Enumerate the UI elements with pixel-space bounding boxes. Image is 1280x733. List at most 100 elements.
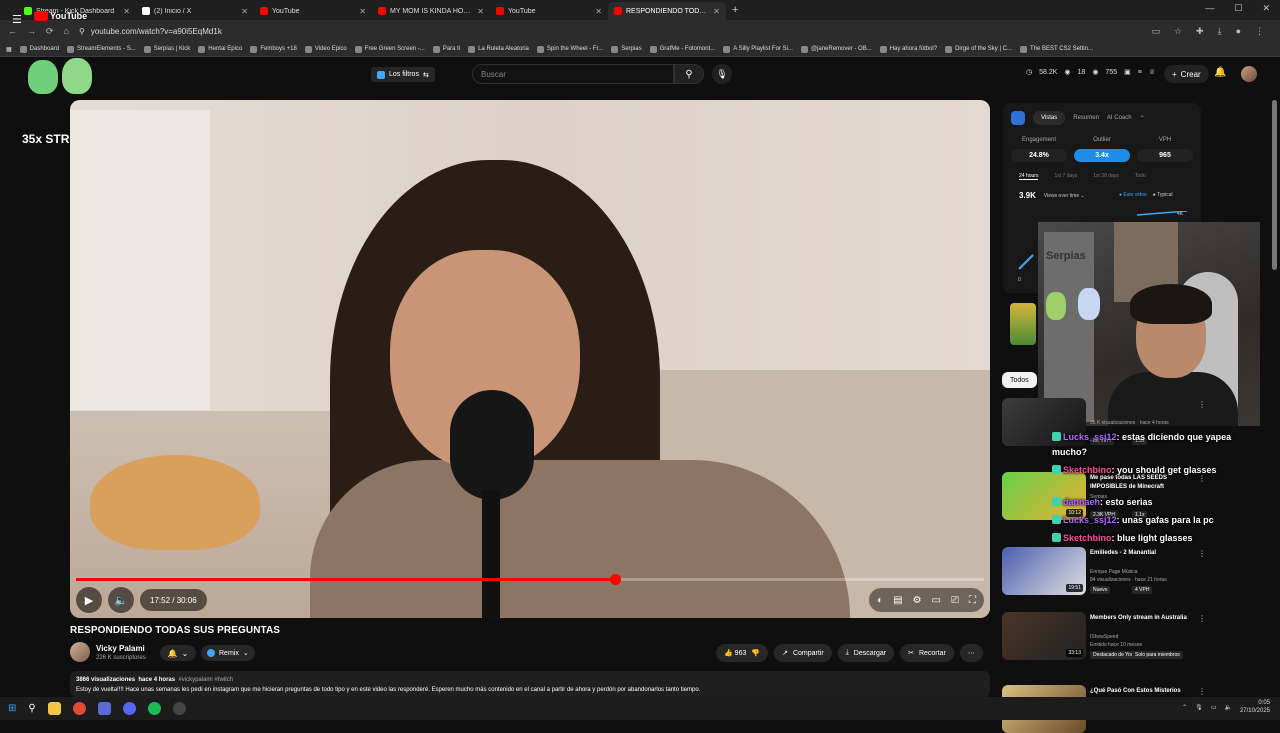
bookmark-item[interactable]: Dashboard — [19, 45, 59, 53]
dislike-button[interactable]: 👎 — [751, 649, 760, 657]
tab-close-icon[interactable]: ✕ — [595, 7, 602, 16]
remix-button[interactable]: Remix ⌄ — [201, 645, 255, 661]
search-icon[interactable]: ⚲ — [28, 703, 35, 714]
bookmark-item[interactable]: GrafMe - Fotomont... — [649, 45, 715, 53]
tab-close-icon[interactable]: ✕ — [477, 7, 484, 16]
more-options-icon[interactable]: ⋮ — [1198, 549, 1206, 558]
hamburger-menu-icon[interactable]: ☰ — [12, 13, 22, 26]
bookmark-item[interactable]: Video Epico — [304, 45, 347, 53]
fullscreen-icon[interactable]: ⛶ — [969, 595, 976, 606]
mic-icon[interactable]: 🎙 — [1195, 704, 1203, 711]
play-button[interactable]: ▶ — [76, 587, 102, 613]
new-tab-icon[interactable]: + — [732, 4, 738, 16]
clock[interactable]: 0:05 27/10/2025 — [1240, 699, 1270, 715]
bookmark-item[interactable]: Para ti — [432, 45, 460, 53]
windows-start-icon[interactable]: ⊞ — [8, 703, 16, 714]
views-mode-dropdown[interactable]: Views over time ⌄ — [1044, 193, 1085, 199]
sidebar-thumbnail-small[interactable] — [1010, 303, 1036, 345]
network-icon[interactable]: ▭ — [1211, 704, 1217, 711]
clip-button[interactable]: ✂ Recortar — [900, 644, 954, 662]
browser-tab[interactable]: YouTube ✕ — [490, 2, 608, 20]
tab-ai-coach[interactable]: AI Coach — [1107, 115, 1132, 121]
subtitles-icon[interactable]: ▤ — [893, 595, 902, 606]
forward-icon[interactable]: → — [27, 26, 36, 36]
speaker-icon[interactable]: 🔈 — [1224, 704, 1231, 711]
range-24h[interactable]: 24 hours — [1019, 173, 1039, 180]
discord-icon[interactable] — [122, 702, 136, 715]
cast-icon[interactable]: ▭ — [1151, 26, 1160, 37]
recommendation-thumbnail[interactable]: 19:51 — [1002, 547, 1086, 595]
browser-tab[interactable]: (2) Inicio / X ✕ — [136, 2, 254, 20]
reload-icon[interactable]: ⟳ — [46, 26, 54, 37]
tab-close-icon[interactable]: ✕ — [123, 7, 130, 16]
more-options-icon[interactable]: ⋮ — [1198, 474, 1206, 483]
more-options-icon[interactable]: ⋮ — [1198, 614, 1206, 623]
bookmark-star-icon[interactable]: ☆ — [1174, 26, 1182, 37]
download-button[interactable]: ⤓ Descargar — [837, 644, 895, 662]
more-actions-button[interactable]: ⋯ — [959, 644, 983, 662]
extensions-icon[interactable]: ✚ — [1196, 26, 1204, 37]
download-icon[interactable]: ⤓ — [1218, 26, 1222, 37]
subscription-bell-button[interactable]: 🔔 ⌄ — [160, 645, 196, 661]
recommendation-thumbnail[interactable]: 10:12 — [1002, 472, 1086, 520]
cast-icon[interactable]: ⎚ — [951, 595, 959, 606]
volume-button[interactable]: 🔈 — [108, 587, 134, 613]
more-options-icon[interactable]: ⋮ — [1198, 687, 1206, 696]
chevron-up-icon[interactable]: ⌃ — [1140, 115, 1145, 122]
bookmark-item[interactable]: The BEST CS2 Settin... — [1020, 45, 1093, 53]
home-icon[interactable]: ⌂ — [64, 26, 69, 36]
bookmark-item[interactable]: Serpias | Kick — [143, 45, 190, 53]
miniplayer-icon[interactable]: ▭ — [932, 595, 941, 606]
apps-grid-icon[interactable]: ▦ — [6, 46, 12, 53]
bookmark-item[interactable]: La Ruleta Aleatoria — [468, 45, 529, 53]
extension-icon[interactable]: ≡ — [1138, 69, 1142, 76]
bookmark-item[interactable]: Hay ahora fútbol? — [879, 45, 937, 53]
bookmark-item[interactable]: @janeRemover - OB... — [800, 45, 872, 53]
browser-tab[interactable]: MY MOM IS KINDA HOMELESS✕ — [372, 2, 490, 20]
bookmark-item[interactable]: StreamElements - S... — [67, 45, 136, 53]
extension-icon[interactable]: ▣ — [1124, 68, 1131, 76]
profile-icon[interactable]: ● — [1236, 26, 1241, 37]
chrome-icon[interactable] — [72, 702, 86, 715]
obs-icon[interactable] — [172, 702, 186, 715]
trophy-icon[interactable]: ♕ — [1149, 68, 1155, 76]
recommendation-thumbnail[interactable]: 33:13 — [1002, 612, 1086, 660]
site-info-icon[interactable]: ⚲ — [79, 27, 85, 36]
settings-gear-icon[interactable]: ⚙ — [913, 595, 922, 606]
autoplay-toggle-icon[interactable]: ◐ — [877, 595, 883, 606]
file-explorer-icon[interactable] — [47, 702, 61, 715]
bookmark-item[interactable]: Serpias — [611, 45, 642, 53]
tab-vistas[interactable]: Vistas — [1033, 111, 1066, 125]
search-input[interactable]: Buscar — [472, 64, 674, 84]
browser-tab[interactable]: RESPONDIENDO TODAS SUS P ✕ — [608, 2, 726, 20]
account-avatar[interactable] — [1241, 66, 1257, 82]
like-button[interactable]: 👍 963 — [724, 649, 746, 657]
minimize-icon[interactable]: — — [1205, 3, 1214, 14]
spotify-icon[interactable] — [147, 702, 161, 715]
share-button[interactable]: ↗ Compartir — [774, 644, 832, 662]
description-box[interactable]: 3866 visualizaciones hace 4 horas #vicky… — [70, 671, 990, 697]
notifications-bell-icon[interactable]: 🔔 — [1214, 67, 1226, 78]
bookmark-item[interactable]: Hentai Epico — [198, 45, 242, 53]
range-all[interactable]: Todo — [1135, 173, 1146, 180]
chevron-up-icon[interactable]: ⌃ — [1182, 704, 1187, 711]
url-field[interactable]: ⚲ youtube.com/watch?v=a90i5EqMd1k — [79, 27, 1141, 36]
channel-avatar[interactable] — [70, 642, 90, 662]
bookmark-item[interactable]: Spin the Wheel - Fr... — [536, 45, 603, 53]
page-scrollbar[interactable] — [1272, 100, 1277, 270]
browser-tab[interactable]: YouTube ✕ — [254, 2, 372, 20]
filter-chip-todos[interactable]: Todos — [1002, 372, 1037, 388]
maximize-icon[interactable]: ☐ — [1234, 3, 1242, 14]
bookmark-item[interactable]: Femboys +18 — [250, 45, 297, 53]
tab-resumen[interactable]: Resumen — [1073, 115, 1099, 121]
tab-close-icon[interactable]: ✕ — [241, 7, 248, 16]
hashtags[interactable]: #vickypalami #twitch — [178, 677, 233, 683]
range-28d[interactable]: 1st 28 days — [1093, 173, 1119, 180]
tab-close-icon[interactable]: ✕ — [359, 7, 366, 16]
voice-search-button[interactable]: 🎙 — [712, 64, 732, 84]
tab-close-icon[interactable]: ✕ — [713, 7, 720, 16]
filters-button[interactable]: Los filtros ⇆ — [371, 67, 435, 82]
bookmark-item[interactable]: Dirge of the Sky | C... — [945, 45, 1012, 53]
close-icon[interactable]: ✕ — [1262, 3, 1270, 14]
bookmark-item[interactable]: Free Green Screen -... — [354, 45, 425, 53]
